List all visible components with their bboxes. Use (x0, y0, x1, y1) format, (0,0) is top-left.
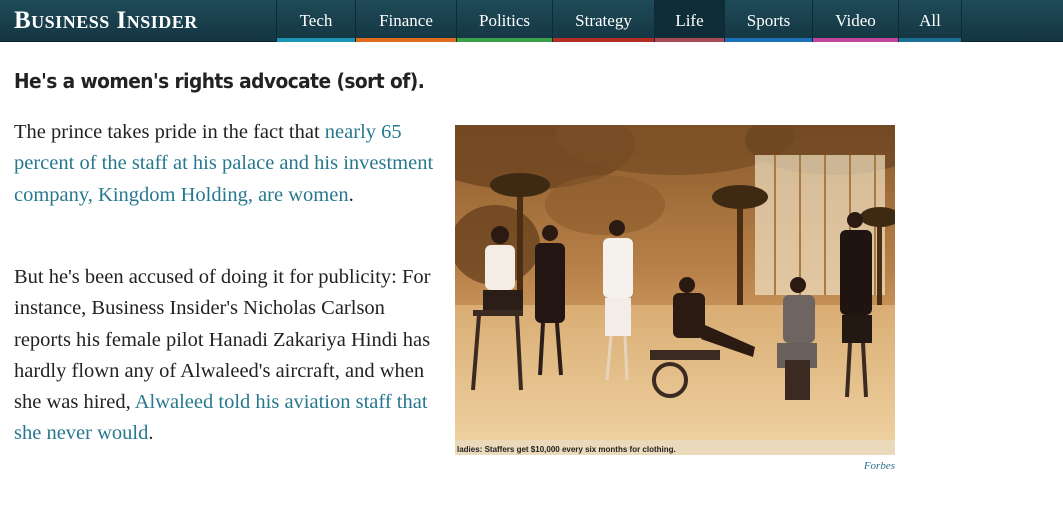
nav-tab-politics[interactable]: Politics (456, 0, 552, 42)
photo-caption: ladies: Staffers get $10,000 every six m… (457, 445, 676, 454)
article-photo: ladies: Staffers get $10,000 every six m… (455, 125, 895, 455)
nav-tab-color-bar (899, 38, 961, 42)
section-nav: Tech Finance Politics Strategy Life Spor… (276, 0, 962, 42)
nav-tab-label: Life (675, 11, 704, 30)
nav-tab-strategy[interactable]: Strategy (552, 0, 654, 42)
nav-tab-label: Sports (746, 11, 791, 30)
nav-tab-label: Politics (478, 11, 530, 30)
nav-tab-all[interactable]: All (898, 0, 962, 42)
slide-heading: He's a women's rights advocate (sort of)… (14, 69, 425, 93)
paragraph-text: . (148, 422, 154, 445)
nav-tab-life[interactable]: Life (654, 0, 724, 42)
site-logo[interactable]: Business Insider (14, 7, 198, 35)
nav-tab-finance[interactable]: Finance (355, 0, 456, 42)
nav-tab-video[interactable]: Video (812, 0, 898, 42)
paragraph-text: The prince takes pride in the fact that (14, 121, 325, 143)
photo-credit: Forbes (863, 460, 895, 472)
paragraph-text: . (348, 183, 354, 206)
nav-tab-color-bar (277, 38, 355, 42)
nav-tab-tech[interactable]: Tech (276, 0, 355, 42)
staff-group-photo: ladies: Staffers get $10,000 every six m… (455, 125, 895, 455)
nav-tab-label: Tech (299, 11, 333, 30)
nav-tab-color-bar (356, 38, 456, 42)
nav-tab-label: All (919, 11, 941, 30)
nav-tab-color-bar (725, 38, 812, 42)
nav-tab-label: Strategy (575, 11, 632, 30)
nav-tab-sports[interactable]: Sports (724, 0, 812, 42)
nav-tab-label: Video (835, 11, 876, 30)
nav-tab-color-bar (655, 38, 724, 42)
nav-tab-color-bar (813, 38, 898, 42)
nav-tab-label: Finance (379, 11, 433, 30)
article-paragraph-1: The prince takes pride in the fact that … (14, 117, 434, 211)
top-navigation-bar: Business Insider Tech Finance Politics S… (0, 0, 1063, 42)
article-paragraph-2: But he's been accused of doing it for pu… (14, 262, 434, 450)
nav-tab-color-bar (457, 38, 552, 42)
nav-tab-color-bar (553, 38, 654, 42)
